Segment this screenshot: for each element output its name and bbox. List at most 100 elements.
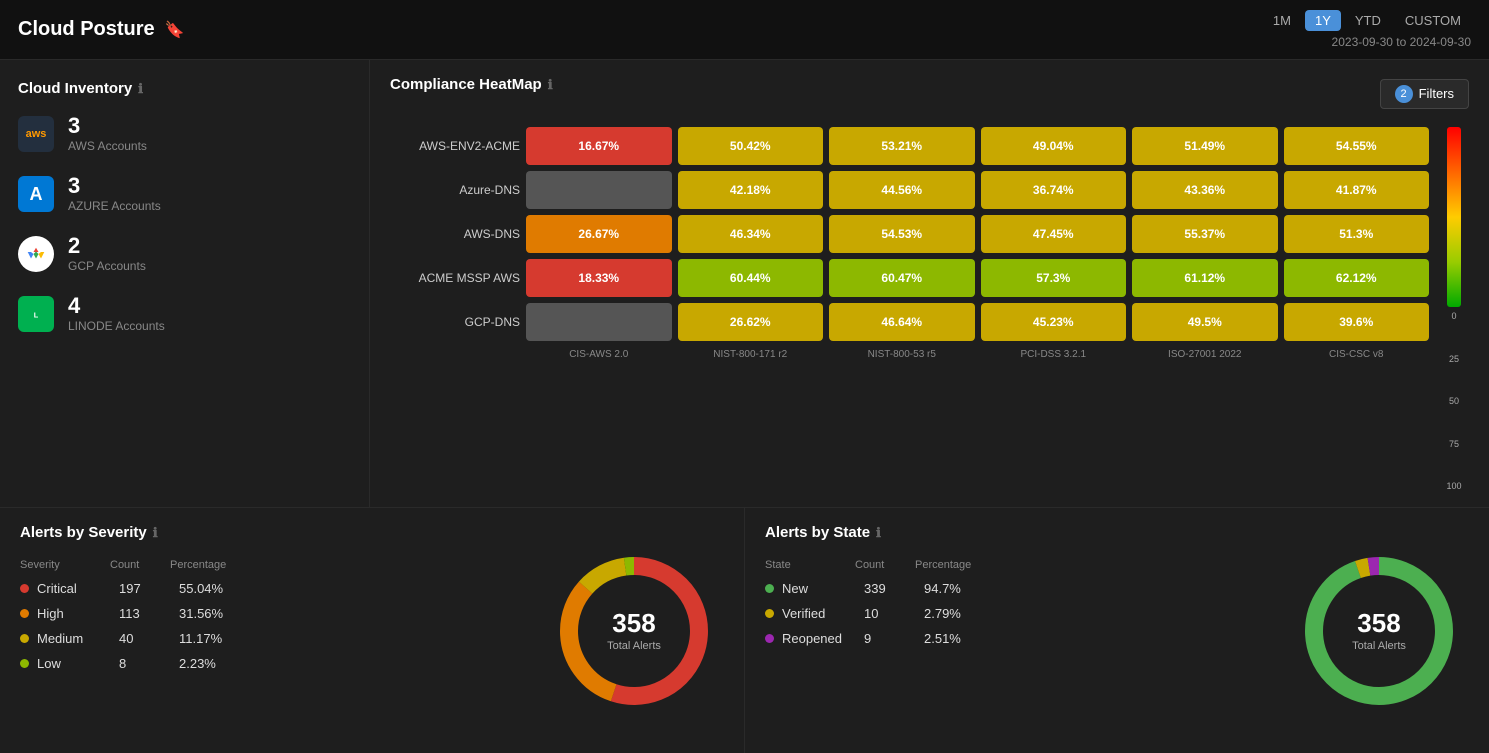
filters-label: Filters [1419, 86, 1454, 101]
filter-1m-button[interactable]: 1M [1263, 10, 1301, 31]
state-name: Reopened [782, 631, 864, 646]
time-filters: 1M 1Y YTD CUSTOM [1263, 10, 1471, 31]
heatmap-col-header: CIS-AWS 2.0 [526, 349, 672, 360]
heatmap-container: AWS-ENV2-ACME16.67%50.42%53.21%49.04%51.… [390, 127, 1469, 491]
heatmap-cell[interactable] [526, 303, 672, 341]
severity-pct: 2.23% [179, 656, 216, 671]
gcp-logo [18, 236, 54, 272]
header-left: Cloud Posture 🔖 [18, 18, 185, 41]
heatmap-col-header: PCI-DSS 3.2.1 [981, 349, 1127, 360]
heatmap-legend: 0 25 50 75 100 [1439, 127, 1469, 491]
heatmap-cell[interactable]: 47.45% [981, 215, 1127, 253]
cloud-inventory-info-icon[interactable]: ℹ [138, 81, 143, 97]
gcp-account-item: 2 GCP Accounts [18, 235, 351, 273]
severity-pct: 55.04% [179, 581, 223, 596]
heatmap-cell[interactable]: 39.6% [1284, 303, 1430, 341]
heatmap-cell[interactable]: 49.04% [981, 127, 1127, 165]
list-item: Low 8 2.23% [20, 656, 524, 671]
state-rows: New 339 94.7% Verified 10 2.79% Reopened… [765, 581, 1269, 646]
heatmap-cell[interactable]: 54.53% [829, 215, 975, 253]
heatmap-cell[interactable]: 51.49% [1132, 127, 1278, 165]
heatmap-row-label: GCP-DNS [390, 315, 520, 329]
state-count: 339 [864, 581, 924, 596]
heatmap-grid: AWS-ENV2-ACME16.67%50.42%53.21%49.04%51.… [390, 127, 1429, 491]
severity-name: Critical [37, 581, 119, 596]
state-pct: 2.79% [924, 606, 961, 621]
heatmap-cell[interactable]: 49.5% [1132, 303, 1278, 341]
azure-count: 3 [68, 175, 161, 197]
heatmap-cell[interactable]: 26.67% [526, 215, 672, 253]
linode-logo: L [18, 296, 54, 332]
heatmap-cell[interactable]: 46.34% [678, 215, 824, 253]
heatmap-cell[interactable]: 61.12% [1132, 259, 1278, 297]
heatmap-cell[interactable]: 60.47% [829, 259, 975, 297]
gcp-label: GCP Accounts [68, 259, 146, 273]
heatmap-cell[interactable]: 36.74% [981, 171, 1127, 209]
heatmap-cell[interactable]: 57.3% [981, 259, 1127, 297]
heatmap-cell[interactable]: 46.64% [829, 303, 975, 341]
state-dot [765, 609, 774, 618]
state-total-label: Total Alerts [1352, 640, 1406, 652]
bottom-row: Alerts by Severity ℹ Severity Count Perc… [0, 508, 1489, 753]
heatmap-cell[interactable]: 50.42% [678, 127, 824, 165]
state-dot [765, 584, 774, 593]
heatmap-cell[interactable]: 53.21% [829, 127, 975, 165]
compliance-header: Compliance HeatMap ℹ 2 Filters [390, 76, 1469, 111]
heatmap-cell[interactable]: 41.87% [1284, 171, 1430, 209]
heatmap-cell[interactable]: 55.37% [1132, 215, 1278, 253]
list-item: Medium 40 11.17% [20, 631, 524, 646]
date-range: 2023-09-30 to 2024-09-30 [1332, 35, 1471, 49]
severity-count: 40 [119, 631, 179, 646]
linode-count: 4 [68, 295, 165, 317]
filter-1y-button[interactable]: 1Y [1305, 10, 1341, 31]
list-item: Reopened 9 2.51% [765, 631, 1269, 646]
heatmap-cell[interactable]: 45.23% [981, 303, 1127, 341]
col-state-count-label: Count [855, 559, 915, 571]
filter-custom-button[interactable]: CUSTOM [1395, 10, 1471, 31]
filters-button[interactable]: 2 Filters [1380, 79, 1469, 109]
col-count-label: Count [110, 559, 170, 571]
heatmap-cell[interactable]: 18.33% [526, 259, 672, 297]
alerts-state-title: Alerts by State ℹ [765, 524, 1269, 541]
bookmark-icon[interactable]: 🔖 [165, 20, 185, 40]
heatmap-cell[interactable]: 26.62% [678, 303, 824, 341]
severity-dot [20, 634, 29, 643]
severity-rows: Critical 197 55.04% High 113 31.56% Medi… [20, 581, 524, 671]
page-header: Cloud Posture 🔖 1M 1Y YTD CUSTOM 2023-09… [0, 0, 1489, 60]
list-item: Critical 197 55.04% [20, 581, 524, 596]
aws-count: 3 [68, 115, 147, 137]
heatmap-cell[interactable]: 44.56% [829, 171, 975, 209]
heatmap-cell[interactable]: 16.67% [526, 127, 672, 165]
severity-donut-center: 358 Total Alerts [607, 610, 661, 652]
heatmap-cell[interactable]: 62.12% [1284, 259, 1430, 297]
aws-account-item: aws 3 AWS Accounts [18, 115, 351, 153]
heatmap-cell[interactable]: 60.44% [678, 259, 824, 297]
heatmap-cell[interactable]: 42.18% [678, 171, 824, 209]
col-state-pct-label: Percentage [915, 559, 971, 571]
heatmap-row-label: AWS-ENV2-ACME [390, 139, 520, 153]
state-count: 9 [864, 631, 924, 646]
top-row: Cloud Inventory ℹ aws 3 AWS Accounts A 3… [0, 60, 1489, 508]
severity-count: 197 [119, 581, 179, 596]
list-item: High 113 31.56% [20, 606, 524, 621]
cloud-inventory-panel: Cloud Inventory ℹ aws 3 AWS Accounts A 3… [0, 60, 370, 507]
col-severity-label: Severity [20, 559, 110, 571]
alerts-state-left: Alerts by State ℹ State Count Percentage… [765, 524, 1269, 737]
heatmap-cell[interactable] [526, 171, 672, 209]
heatmap-row: AWS-DNS26.67%46.34%54.53%47.45%55.37%51.… [390, 215, 1429, 253]
list-item: Verified 10 2.79% [765, 606, 1269, 621]
aws-logo: aws [18, 116, 54, 152]
heatmap-cell[interactable]: 51.3% [1284, 215, 1430, 253]
compliance-title: Compliance HeatMap ℹ [390, 76, 553, 93]
alerts-state-header: State Count Percentage [765, 559, 1269, 571]
severity-total: 358 [607, 610, 661, 636]
filter-ytd-button[interactable]: YTD [1345, 10, 1391, 31]
alerts-severity-header: Severity Count Percentage [20, 559, 524, 571]
compliance-info-icon[interactable]: ℹ [548, 77, 553, 93]
heatmap-cell[interactable]: 54.55% [1284, 127, 1430, 165]
alerts-state-info-icon[interactable]: ℹ [876, 525, 881, 541]
heatmap-cell[interactable]: 43.36% [1132, 171, 1278, 209]
heatmap-col-header: NIST-800-53 r5 [829, 349, 975, 360]
alerts-severity-info-icon[interactable]: ℹ [153, 525, 158, 541]
aws-label: AWS Accounts [68, 139, 147, 153]
